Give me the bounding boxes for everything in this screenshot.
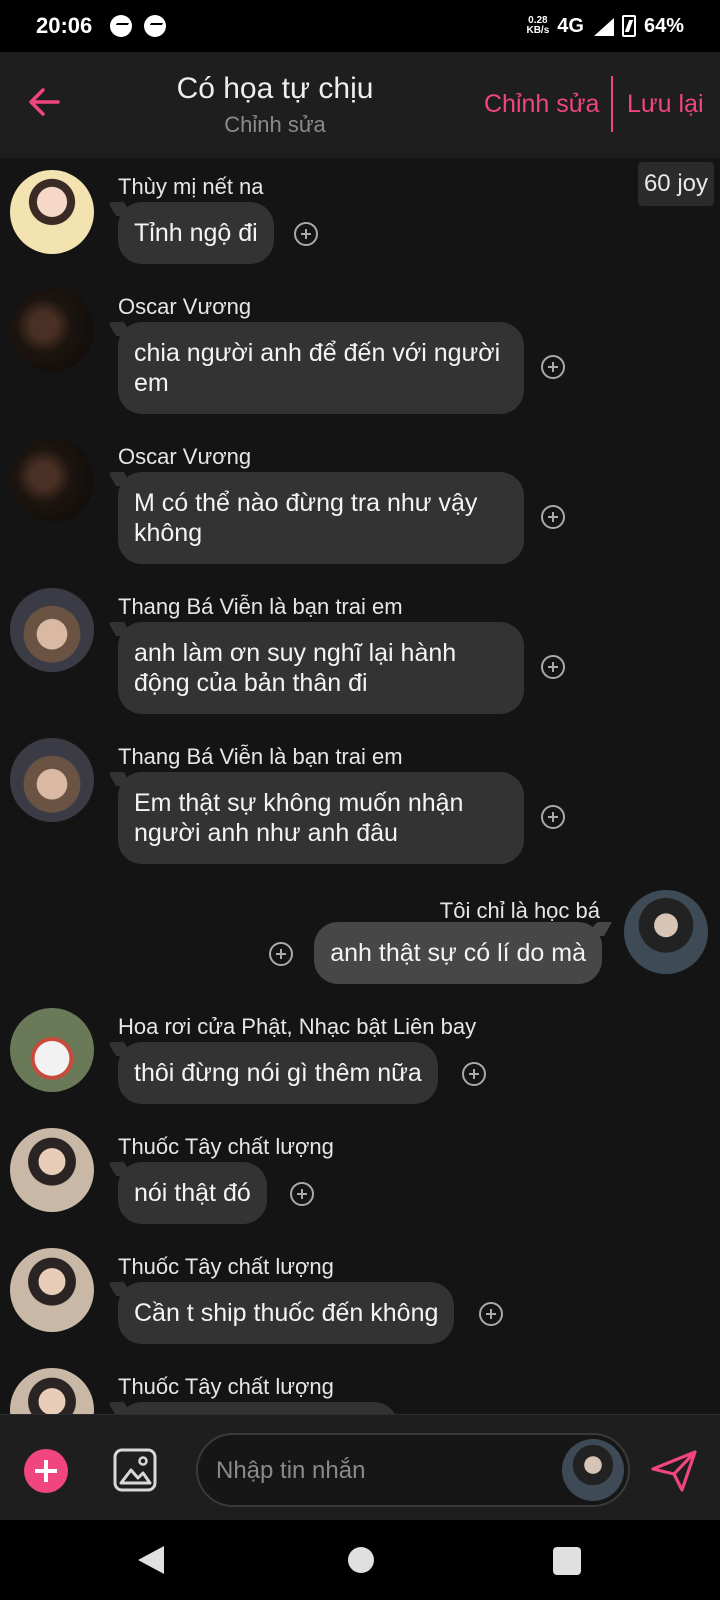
add-reaction-icon[interactable]	[541, 655, 565, 679]
network-type: 4G	[557, 14, 584, 37]
nav-recents-icon[interactable]	[553, 1547, 581, 1575]
avatar[interactable]	[624, 890, 708, 974]
message-bubble[interactable]: thôi đừng nói gì thêm nữa	[118, 1042, 438, 1104]
message-bubble[interactable]: M có thể nào đừng tra như vậy không	[118, 472, 524, 564]
add-reaction-icon[interactable]	[462, 1062, 486, 1086]
message-input-wrapper	[196, 1433, 630, 1507]
message-bubble[interactable]	[118, 1402, 398, 1414]
network-speed-unit: KB/s	[526, 25, 550, 36]
message-bubble[interactable]: Cần t ship thuốc đến không	[118, 1282, 455, 1344]
messenger-icon	[144, 15, 167, 37]
system-nav-bar	[0, 1520, 720, 1600]
sender-name: Thùy mị nết na	[118, 174, 264, 199]
status-time: 20:06	[36, 13, 93, 38]
nav-home-icon[interactable]	[348, 1547, 374, 1573]
sender-name: Thang Bá Viễn là bạn trai em	[118, 744, 403, 769]
chat-subtitle: Chỉnh sửa	[224, 112, 326, 137]
image-icon[interactable]	[112, 1447, 158, 1493]
send-icon[interactable]	[650, 1449, 698, 1493]
avatar[interactable]	[10, 170, 94, 254]
chat-header: Có họa tự chịu Chỉnh sửa Chỉnh sửa Lưu l…	[0, 52, 720, 158]
add-reaction-icon[interactable]	[294, 222, 318, 246]
message-bubble[interactable]: Em thật sự không muốn nhận người anh như…	[118, 772, 524, 864]
sender-name: Thuốc Tây chất lượng	[118, 1254, 334, 1279]
battery-level: 64%	[643, 14, 684, 37]
avatar[interactable]	[10, 1368, 94, 1414]
add-reaction-icon[interactable]	[541, 805, 565, 829]
avatar[interactable]	[10, 438, 94, 522]
message-bubble[interactable]: chia người anh để đến với người em	[118, 322, 524, 414]
message-bubble[interactable]: nói thật đó	[118, 1162, 267, 1224]
message-composer	[0, 1414, 720, 1520]
message-bubble[interactable]: anh thật sự có lí do mà	[314, 922, 602, 984]
avatar[interactable]	[10, 1008, 94, 1092]
header-divider	[611, 76, 613, 132]
add-reaction-icon[interactable]	[479, 1302, 503, 1326]
avatar[interactable]	[10, 1248, 94, 1332]
network-speed: 0.28 KB/s	[526, 16, 549, 36]
edit-button[interactable]: Chỉnh sửa	[484, 90, 599, 119]
save-button[interactable]: Lưu lại	[627, 90, 704, 119]
add-reaction-icon[interactable]	[541, 355, 565, 379]
sender-name: Oscar Vương	[118, 294, 252, 319]
status-right: 0.28 KB/s 4G 64%	[526, 15, 684, 38]
message-bubble[interactable]: anh làm ơn suy nghĩ lại hành động của bả…	[118, 622, 524, 714]
add-reaction-icon[interactable]	[269, 942, 293, 966]
chat-title: Có họa tự chịu	[176, 72, 374, 105]
add-reaction-icon[interactable]	[541, 505, 565, 529]
sender-name: Thuốc Tây chất lượng	[118, 1374, 334, 1399]
add-icon[interactable]	[24, 1449, 68, 1493]
avatar[interactable]	[10, 738, 94, 822]
status-bar: 20:06 0.28 KB/s 4G 64%	[0, 0, 720, 52]
sender-name: Hoa rơi cửa Phật, Nhạc bật Liên bay	[118, 1014, 477, 1039]
sender-name: Tôi chỉ là học bá	[439, 898, 600, 923]
add-reaction-icon[interactable]	[290, 1182, 314, 1206]
sender-name: Thuốc Tây chất lượng	[118, 1134, 334, 1159]
nav-back-icon[interactable]	[138, 1546, 164, 1574]
avatar[interactable]	[10, 288, 94, 372]
avatar[interactable]	[10, 588, 94, 672]
messenger-icon	[110, 15, 133, 37]
message-bubble[interactable]: Tỉnh ngộ đi	[118, 202, 274, 264]
joy-badge: 60 joy	[637, 162, 714, 206]
sender-name: Oscar Vương	[118, 444, 252, 469]
signal-icon	[592, 16, 614, 36]
sender-avatar[interactable]	[562, 1439, 624, 1501]
sender-name: Thang Bá Viễn là bạn trai em	[118, 594, 403, 619]
message-list[interactable]: 60 joy Thùy mị nết na Tỉnh ngộ đi Oscar …	[0, 158, 720, 1414]
battery-charging-icon	[621, 15, 636, 37]
message-input[interactable]	[216, 1455, 546, 1487]
avatar[interactable]	[10, 1128, 94, 1212]
